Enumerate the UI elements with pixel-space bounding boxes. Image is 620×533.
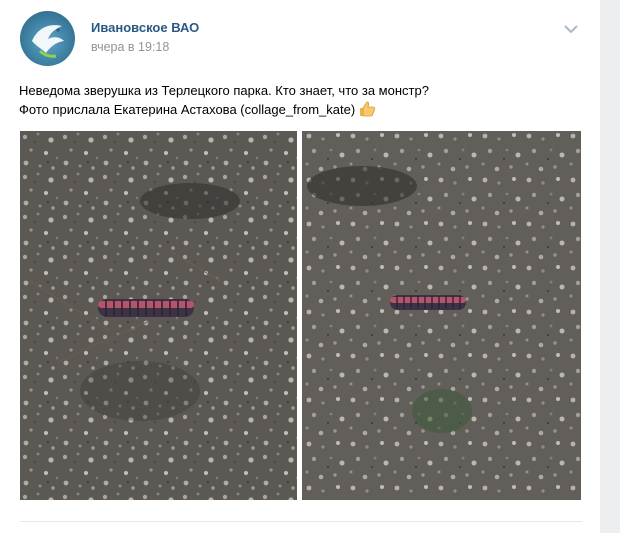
caterpillar: [98, 299, 194, 317]
avatar[interactable]: [20, 11, 75, 66]
bird-logo-icon: [32, 25, 64, 58]
post-divider: [20, 521, 582, 522]
thumbs-up-icon: [358, 101, 376, 117]
page-side-background: [600, 0, 620, 533]
caterpillar: [390, 295, 466, 310]
wall-post: Ивановское ВАО вчера в 19:18 Неведома зв…: [0, 0, 600, 533]
post-timestamp[interactable]: вчера в 19:18: [91, 40, 169, 54]
chevron-down-icon[interactable]: [562, 22, 580, 36]
post-text: Неведома зверушка из Терлецкого парка. К…: [19, 81, 589, 119]
post-text-line-2: Фото прислала Екатерина Астахова (collag…: [19, 100, 589, 119]
post-author-link[interactable]: Ивановское ВАО: [91, 20, 199, 35]
post-text-line-2-content: Фото прислала Екатерина Астахова (collag…: [19, 102, 356, 117]
post-text-line-1: Неведома зверушка из Терлецкого парка. К…: [19, 83, 429, 98]
photo-2[interactable]: [302, 131, 581, 500]
photo-1[interactable]: [20, 131, 297, 500]
